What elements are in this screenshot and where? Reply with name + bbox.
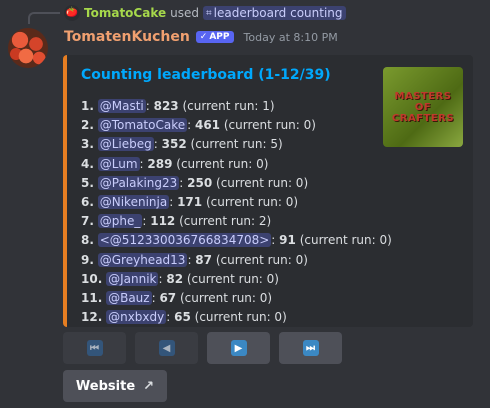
leaderboard-row: 11. @Bauz: 67 (current run: 0)	[81, 291, 273, 306]
leaderboard-row: 6. @Nikeninja: 171 (current run: 0)	[81, 195, 299, 210]
user-mention[interactable]: @Greyhead13	[97, 252, 188, 267]
embed-title: Counting leaderboard (1-12/39)	[81, 67, 331, 83]
leaderboard-row: 10. @Jannik: 82 (current run: 0)	[81, 271, 279, 286]
current-run: (current run: 0)	[194, 310, 287, 325]
skip-forward-icon: ⏭	[302, 340, 319, 356]
user-mention[interactable]: @Bauz	[106, 291, 152, 306]
user-mention[interactable]: @phe_	[97, 214, 143, 229]
user-mention[interactable]: <@512330036766834708>	[97, 233, 272, 248]
next-page-button[interactable]: ▶	[207, 332, 270, 364]
rank: 12.	[81, 310, 103, 325]
thumbnail-line-1: MASTERS	[394, 90, 452, 102]
website-label: Website	[75, 378, 136, 394]
leaderboard-row: 3. @Liebeg: 352 (current run: 5)	[81, 137, 283, 152]
command-name: leaderboard counting	[213, 6, 343, 20]
tomato-avatar-icon[interactable]: 🍅	[64, 5, 80, 21]
score: 352	[161, 137, 187, 152]
current-run: (current run: 0)	[223, 118, 316, 133]
current-run: (current run: 0)	[179, 291, 273, 306]
user-mention[interactable]: @Nikeninja	[97, 195, 170, 210]
score: 67	[159, 291, 177, 306]
skip-back-icon: ⏮	[86, 340, 103, 356]
score: 823	[153, 99, 179, 113]
user-mention[interactable]: @Lum	[97, 156, 140, 171]
leaderboard-row: 12. @nxbxdy: 65 (current run: 0)	[81, 310, 287, 325]
leaderboard-row: 4. @Lum: 289 (current run: 0)	[81, 156, 269, 171]
external-link-icon: ↗	[143, 378, 155, 394]
command-chip[interactable]: ⌗ leaderboard counting	[202, 6, 346, 20]
score: 289	[147, 156, 173, 171]
check-icon: ✓	[199, 32, 208, 42]
user-mention[interactable]: @Masti	[97, 99, 146, 113]
rank: 8.	[81, 233, 94, 248]
author-name[interactable]: TomatenKuchen	[64, 29, 190, 45]
rank: 6.	[81, 195, 94, 210]
pagination-buttons: ⏮ ◀ ▶ ⏭	[63, 332, 342, 364]
score: 250	[187, 175, 213, 190]
leaderboard-row: 2. @TomatoCake: 461 (current run: 0)	[81, 118, 316, 133]
author-avatar[interactable]	[8, 28, 48, 68]
current-run: (current run: 0)	[216, 175, 309, 190]
current-run: (current run: 0)	[205, 195, 299, 210]
reply-username[interactable]: TomatoCake	[84, 6, 166, 20]
rank: 1.	[81, 99, 94, 113]
leaderboard-embed: Counting leaderboard (1-12/39) MASTERS O…	[63, 55, 473, 327]
current-run: (current run: 0)	[299, 233, 392, 248]
reply-context: 🍅 TomatoCake used ⌗ leaderboard counting	[64, 4, 346, 22]
message-header: TomatenKuchen ✓ APP Today at 8:10 PM	[64, 27, 338, 47]
current-run: (current run: 1)	[182, 99, 275, 113]
score: 87	[195, 252, 212, 267]
last-page-button[interactable]: ⏭	[279, 332, 342, 364]
score: 112	[150, 214, 176, 229]
user-mention[interactable]: @Palaking23	[97, 175, 180, 190]
rank: 4.	[81, 156, 94, 171]
user-mention[interactable]: @Liebeg	[97, 137, 154, 152]
thumbnail-line-2: OF	[414, 101, 432, 113]
current-run: (current run: 2)	[179, 214, 272, 229]
embed-thumbnail[interactable]: MASTERS OF CRAFTERS	[383, 67, 463, 147]
user-mention[interactable]: @Jannik	[106, 271, 159, 286]
website-button[interactable]: Website ↗	[63, 370, 167, 402]
app-badge: ✓ APP	[195, 31, 234, 43]
score: 171	[177, 195, 203, 210]
rank: 2.	[81, 118, 94, 133]
current-run: (current run: 5)	[190, 137, 283, 152]
reply-used-text: used	[170, 6, 199, 20]
reply-connector	[28, 12, 60, 24]
rank: 9.	[81, 252, 94, 267]
current-run: (current run: 0)	[215, 252, 308, 267]
arrow-left-icon: ◀	[158, 340, 175, 356]
current-run: (current run: 0)	[176, 156, 269, 171]
rank: 7.	[81, 214, 94, 229]
score: 82	[166, 271, 184, 286]
leaderboard-list: 1. @Masti: 823 (current run: 1) 2. @Toma…	[81, 97, 392, 327]
message-timestamp[interactable]: Today at 8:10 PM	[244, 31, 338, 44]
previous-page-button[interactable]: ◀	[135, 332, 198, 364]
rank: 3.	[81, 137, 94, 152]
thumbnail-line-3: CRAFTERS	[391, 112, 455, 124]
rank: 10.	[81, 271, 103, 286]
current-run: (current run: 0)	[186, 271, 279, 286]
score: 65	[174, 310, 191, 325]
score: 461	[194, 118, 221, 133]
leaderboard-row: 9. @Greyhead13: 87 (current run: 0)	[81, 252, 308, 267]
app-badge-label: APP	[209, 32, 230, 42]
rank: 5.	[81, 175, 94, 190]
rank: 11.	[81, 291, 103, 306]
score: 91	[279, 233, 296, 248]
leaderboard-row: 7. @phe_: 112 (current run: 2)	[81, 214, 272, 229]
first-page-button[interactable]: ⏮	[63, 332, 126, 364]
leaderboard-row: 8. <@512330036766834708>: 91 (current ru…	[81, 233, 392, 248]
leaderboard-row: 5. @Palaking23: 250 (current run: 0)	[81, 175, 309, 190]
user-mention[interactable]: @TomatoCake	[97, 118, 188, 133]
arrow-right-icon: ▶	[230, 340, 247, 356]
leaderboard-row: 1. @Masti: 823 (current run: 1)	[81, 99, 275, 113]
slash-command-icon: ⌗	[205, 7, 212, 19]
user-mention[interactable]: @nxbxdy	[106, 310, 167, 325]
